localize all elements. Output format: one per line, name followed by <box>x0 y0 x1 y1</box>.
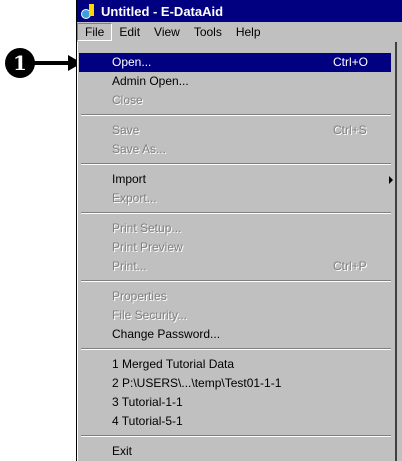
menu-separator <box>81 114 391 116</box>
menu-item-recent-3[interactable]: 3 Tutorial-1-1 <box>79 393 391 412</box>
app-icon[interactable] <box>81 3 97 19</box>
menu-separator <box>81 212 391 214</box>
menu-file[interactable]: File <box>77 23 113 41</box>
menu-item-close: Close <box>112 93 143 107</box>
menu-item-exit[interactable]: Exit <box>79 442 391 461</box>
menu-item-recent-2[interactable]: 2 P:\USERS\...\temp\Test01-1-1 <box>79 374 391 393</box>
app-window: Untitled - E-DataAid File Edit View Tool… <box>76 0 402 461</box>
menu-item-print-preview: Print Preview <box>112 240 183 254</box>
menu-item-export: Export... <box>112 191 157 205</box>
menu-separator <box>81 280 391 282</box>
menu-item-import[interactable]: Import <box>79 170 393 189</box>
menu-item-admin-open[interactable]: Admin Open... <box>79 72 391 91</box>
menu-item-file-security: File Security... <box>112 308 188 322</box>
menu-item-open[interactable]: Open... Ctrl+O <box>79 53 391 72</box>
menu-separator <box>81 163 391 165</box>
menu-separator <box>81 348 391 350</box>
menu-edit[interactable]: Edit <box>112 24 147 40</box>
menu-view[interactable]: View <box>147 24 187 40</box>
title-bar: Untitled - E-DataAid <box>77 0 402 22</box>
menu-item-change-password[interactable]: Change Password... <box>79 325 391 344</box>
file-menu-dropdown: Open... Ctrl+O Admin Open... Close Save … <box>77 42 397 461</box>
menu-item-print-setup: Print Setup... <box>112 221 182 235</box>
menu-help[interactable]: Help <box>229 24 268 40</box>
callout-arrow-icon <box>30 55 82 71</box>
menu-bar: File Edit View Tools Help <box>77 22 402 42</box>
menu-item-recent-1[interactable]: 1 Merged Tutorial Data <box>79 355 391 374</box>
menu-item-properties: Properties <box>112 289 167 303</box>
menu-item-recent-4[interactable]: 4 Tutorial-5-1 <box>79 412 391 431</box>
menu-tools[interactable]: Tools <box>187 24 229 40</box>
window-title: Untitled - E-DataAid <box>101 3 224 19</box>
menu-separator <box>81 435 391 437</box>
submenu-arrow-icon <box>389 176 393 184</box>
menu-item-save-as: Save As... <box>112 142 167 156</box>
menu-item-save: Save Ctrl+S <box>112 123 367 137</box>
menu-item-print: Print... Ctrl+P <box>112 259 367 273</box>
